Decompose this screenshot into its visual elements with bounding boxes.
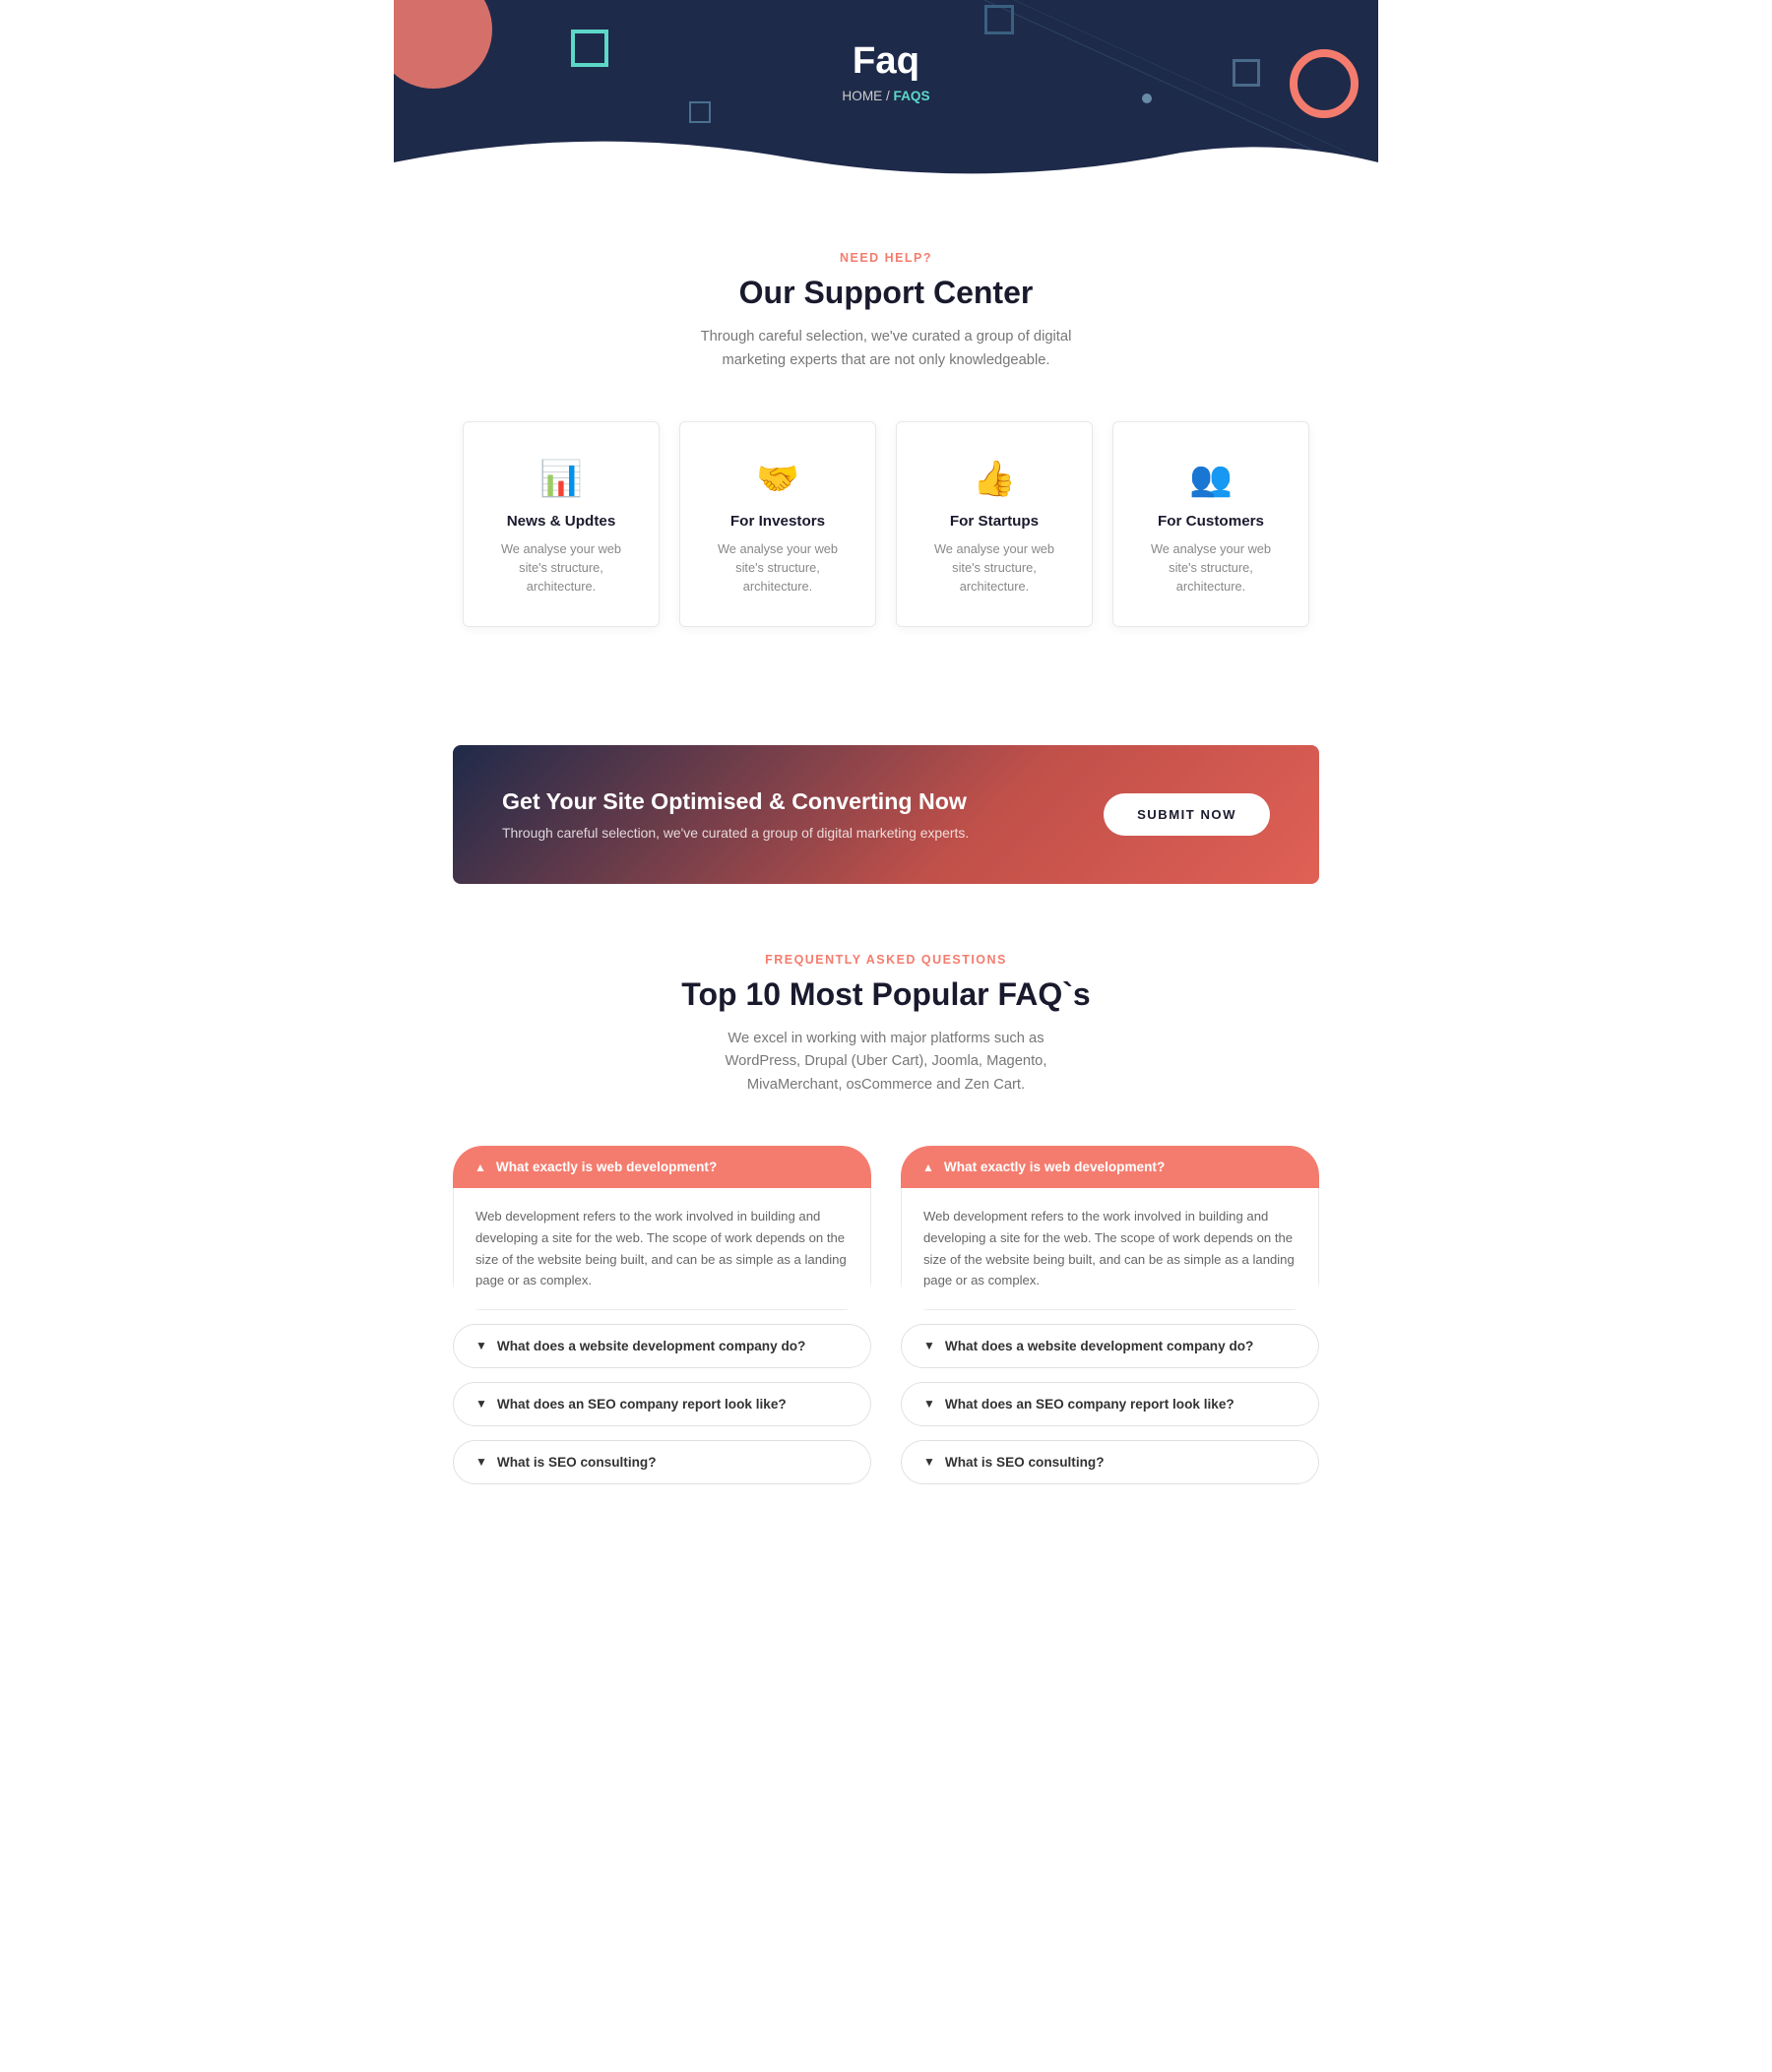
support-tag: NEED HELP?	[453, 251, 1319, 265]
card-startups-icon: 👍	[920, 458, 1068, 499]
chevron-down-icon-right-2: ▼	[923, 1397, 935, 1411]
card-startups-title: For Startups	[920, 513, 1068, 530]
faq-col-left: ▲ What exactly is web development? Web d…	[453, 1146, 871, 1498]
faq-item-left-2: ▼ What does a website development compan…	[453, 1324, 871, 1368]
chevron-down-icon-right-3: ▼	[923, 1455, 935, 1469]
faq-header: FREQUENTLY ASKED QUESTIONS Top 10 Most P…	[453, 953, 1319, 1098]
chevron-down-icon-3: ▼	[475, 1455, 487, 1469]
faq-section: FREQUENTLY ASKED QUESTIONS Top 10 Most P…	[394, 884, 1378, 1557]
card-news-desc: We analyse your web site's structure, ar…	[487, 539, 635, 596]
faq-question-text-right-3: What does an SEO company report look lik…	[945, 1397, 1234, 1412]
faq-title: Top 10 Most Popular FAQ`s	[453, 976, 1319, 1013]
breadcrumb-sep: /	[886, 89, 890, 103]
faq-description: We excel in working with major platforms…	[699, 1028, 1073, 1098]
card-news-title: News & Updtes	[487, 513, 635, 530]
faq-question-left-2[interactable]: ▼ What does a website development compan…	[453, 1324, 871, 1368]
faq-question-text-right-1: What exactly is web development?	[944, 1160, 1165, 1174]
faq-tag: FREQUENTLY ASKED QUESTIONS	[453, 953, 1319, 967]
card-customers-desc: We analyse your web site's structure, ar…	[1137, 539, 1285, 596]
faq-question-right-1[interactable]: ▲ What exactly is web development?	[901, 1146, 1319, 1188]
deco-square-teal	[571, 30, 608, 67]
faq-question-left-3[interactable]: ▼ What does an SEO company report look l…	[453, 1382, 871, 1426]
card-news: 📊 News & Updtes We analyse your web site…	[463, 421, 660, 627]
deco-dot	[1142, 94, 1152, 103]
faq-col-right: ▲ What exactly is web development? Web d…	[901, 1146, 1319, 1498]
chevron-up-icon: ▲	[475, 1161, 486, 1174]
faq-item-right-3: ▼ What does an SEO company report look l…	[901, 1382, 1319, 1426]
card-investors: 🤝 For Investors We analyse your web site…	[679, 421, 876, 627]
deco-square-sm	[689, 101, 711, 123]
hero-wave	[394, 123, 1378, 182]
card-investors-icon: 🤝	[704, 458, 852, 499]
card-investors-title: For Investors	[704, 513, 852, 530]
faq-question-left-4[interactable]: ▼ What is SEO consulting?	[453, 1440, 871, 1484]
cta-banner: Get Your Site Optimised & Converting Now…	[453, 745, 1319, 884]
chevron-down-icon-2: ▼	[475, 1397, 487, 1411]
faq-item-right-2: ▼ What does a website development compan…	[901, 1324, 1319, 1368]
faq-question-text-left-1: What exactly is web development?	[496, 1160, 717, 1174]
faq-answer-right-1: Web development refers to the work invol…	[901, 1188, 1319, 1310]
card-customers-icon: 👥	[1137, 458, 1285, 499]
faq-question-text-left-3: What does an SEO company report look lik…	[497, 1397, 787, 1412]
card-investors-desc: We analyse your web site's structure, ar…	[704, 539, 852, 596]
faq-question-left-1[interactable]: ▲ What exactly is web development?	[453, 1146, 871, 1188]
chevron-up-icon-right: ▲	[922, 1161, 934, 1174]
faq-question-text-right-4: What is SEO consulting?	[945, 1455, 1105, 1470]
breadcrumb: HOME / FAQS	[413, 89, 1359, 103]
faq-columns: ▲ What exactly is web development? Web d…	[453, 1146, 1319, 1498]
faq-question-right-2[interactable]: ▼ What does a website development compan…	[901, 1324, 1319, 1368]
chevron-down-icon: ▼	[475, 1339, 487, 1352]
faq-question-right-3[interactable]: ▼ What does an SEO company report look l…	[901, 1382, 1319, 1426]
faq-item-right-4: ▼ What is SEO consulting?	[901, 1440, 1319, 1484]
faq-item-right-1: ▲ What exactly is web development? Web d…	[901, 1146, 1319, 1310]
submit-now-button[interactable]: SUBMIT NOW	[1104, 793, 1270, 836]
faq-question-right-4[interactable]: ▼ What is SEO consulting?	[901, 1440, 1319, 1484]
support-title: Our Support Center	[453, 275, 1319, 311]
faq-item-left-4: ▼ What is SEO consulting?	[453, 1440, 871, 1484]
card-startups: 👍 For Startups We analyse your web site'…	[896, 421, 1093, 627]
hero-header: Faq HOME / FAQS	[394, 0, 1378, 182]
deco-square-dark	[984, 5, 1014, 34]
breadcrumb-home[interactable]: HOME	[842, 89, 882, 103]
card-customers: 👥 For Customers We analyse your web site…	[1112, 421, 1309, 627]
card-startups-desc: We analyse your web site's structure, ar…	[920, 539, 1068, 596]
card-news-icon: 📊	[487, 458, 635, 499]
cta-text: Get Your Site Optimised & Converting Now…	[502, 788, 969, 841]
deco-square-dark2	[1233, 59, 1260, 87]
faq-answer-left-1: Web development refers to the work invol…	[453, 1188, 871, 1310]
faq-question-text-right-2: What does a website development company …	[945, 1339, 1253, 1353]
page-title: Faq	[413, 39, 1359, 83]
faq-question-text-left-4: What is SEO consulting?	[497, 1455, 657, 1470]
deco-circle-outline	[1290, 49, 1359, 118]
faq-item-left-1: ▲ What exactly is web development? Web d…	[453, 1146, 871, 1310]
cards-row: 📊 News & Updtes We analyse your web site…	[453, 421, 1319, 627]
faq-question-text-left-2: What does a website development company …	[497, 1339, 805, 1353]
support-section: NEED HELP? Our Support Center Through ca…	[394, 182, 1378, 686]
support-desc: Through careful selection, we've curated…	[699, 326, 1073, 372]
cta-description: Through careful selection, we've curated…	[502, 825, 969, 841]
chevron-down-icon-right-1: ▼	[923, 1339, 935, 1352]
breadcrumb-current: FAQS	[894, 89, 930, 103]
faq-item-left-3: ▼ What does an SEO company report look l…	[453, 1382, 871, 1426]
card-customers-title: For Customers	[1137, 513, 1285, 530]
cta-heading: Get Your Site Optimised & Converting Now	[502, 788, 969, 815]
